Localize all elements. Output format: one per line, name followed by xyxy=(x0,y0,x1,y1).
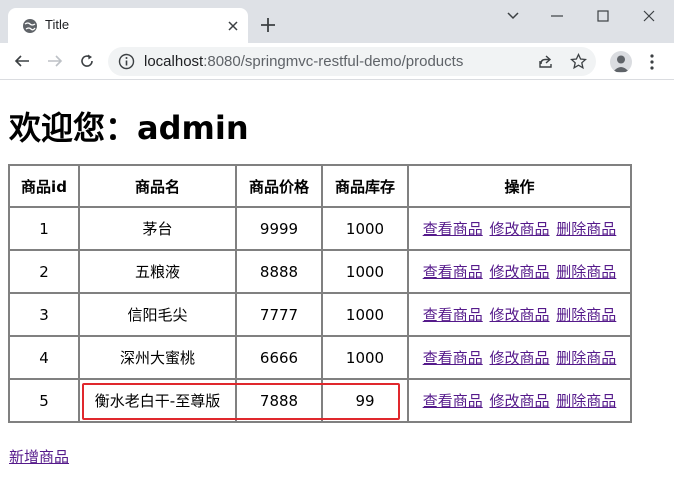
cell-id: 2 xyxy=(9,250,79,293)
cell-price: 6666 xyxy=(236,336,322,379)
header-actions: 操作 xyxy=(408,165,631,207)
edit-product-link[interactable]: 修改商品 xyxy=(489,306,549,324)
cell-price: 7777 xyxy=(236,293,322,336)
share-icon[interactable] xyxy=(537,53,554,70)
delete-product-link[interactable]: 删除商品 xyxy=(556,220,616,238)
url-host: localhost xyxy=(144,53,204,70)
profile-avatar-icon[interactable] xyxy=(610,51,632,73)
view-product-link[interactable]: 查看商品 xyxy=(423,392,483,410)
table-row: 4 深州大蜜桃 6666 1000 查看商品 修改商品 删除商品 xyxy=(9,336,631,379)
cell-actions: 查看商品 修改商品 删除商品 xyxy=(408,250,631,293)
delete-product-link[interactable]: 删除商品 xyxy=(556,349,616,367)
cell-name: 信阳毛尖 xyxy=(79,293,236,336)
cell-id: 1 xyxy=(9,207,79,250)
cell-id: 3 xyxy=(9,293,79,336)
view-product-link[interactable]: 查看商品 xyxy=(423,263,483,281)
cell-stock: 1000 xyxy=(322,207,408,250)
header-id: 商品id xyxy=(9,165,79,207)
cell-id: 5 xyxy=(9,379,79,422)
tab-search-chevron-icon[interactable] xyxy=(503,6,523,26)
view-product-link[interactable]: 查看商品 xyxy=(423,220,483,238)
tab-title: Title xyxy=(45,17,70,32)
add-product-link[interactable]: 新增商品 xyxy=(9,446,69,467)
edit-product-link[interactable]: 修改商品 xyxy=(489,263,549,281)
browser-toolbar: localhost:8080/springmvc-restful-demo/pr… xyxy=(0,43,674,80)
cell-name: 深州大蜜桃 xyxy=(79,336,236,379)
forward-arrow-icon[interactable] xyxy=(45,51,65,71)
browser-titlebar: Title xyxy=(0,0,674,43)
cell-name: 衡水老白干-至尊版 xyxy=(79,379,236,422)
header-price: 商品价格 xyxy=(236,165,322,207)
table-row: 3 信阳毛尖 7777 1000 查看商品 修改商品 删除商品 xyxy=(9,293,631,336)
maximize-icon[interactable] xyxy=(593,6,613,26)
url-path: :8080/springmvc-restful-demo/products xyxy=(203,53,464,70)
close-window-icon[interactable] xyxy=(639,6,659,26)
cell-stock: 99 xyxy=(322,379,408,422)
table-row: 1 茅台 9999 1000 查看商品 修改商品 删除商品 xyxy=(9,207,631,250)
table-row: 5 衡水老白干-至尊版 7888 99 查看商品 修改商品 删除商品 xyxy=(9,379,631,422)
kebab-menu-icon[interactable] xyxy=(644,51,660,73)
cell-actions: 查看商品 修改商品 删除商品 xyxy=(408,293,631,336)
browser-tab[interactable]: Title xyxy=(8,8,248,43)
delete-product-link[interactable]: 删除商品 xyxy=(556,306,616,324)
cell-price: 9999 xyxy=(236,207,322,250)
edit-product-link[interactable]: 修改商品 xyxy=(489,349,549,367)
cell-price: 8888 xyxy=(236,250,322,293)
delete-product-link[interactable]: 删除商品 xyxy=(556,392,616,410)
cell-price: 7888 xyxy=(236,379,322,422)
delete-product-link[interactable]: 删除商品 xyxy=(556,263,616,281)
back-arrow-icon[interactable] xyxy=(12,51,32,71)
cell-actions: 查看商品 修改商品 删除商品 xyxy=(408,379,631,422)
bookmark-star-icon[interactable] xyxy=(569,52,588,70)
cell-name: 五粮液 xyxy=(79,250,236,293)
reload-icon[interactable] xyxy=(77,51,97,71)
view-product-link[interactable]: 查看商品 xyxy=(423,306,483,324)
cell-name: 茅台 xyxy=(79,207,236,250)
cell-stock: 1000 xyxy=(322,250,408,293)
header-name: 商品名 xyxy=(79,165,236,207)
welcome-heading: 欢迎您：admin xyxy=(9,109,249,147)
url-text[interactable]: localhost:8080/springmvc-restful-demo/pr… xyxy=(144,53,463,70)
edit-product-link[interactable]: 修改商品 xyxy=(489,220,549,238)
edit-product-link[interactable]: 修改商品 xyxy=(489,392,549,410)
address-bar[interactable]: localhost:8080/springmvc-restful-demo/pr… xyxy=(108,47,596,76)
new-tab-icon[interactable] xyxy=(258,15,278,35)
products-table: 商品id 商品名 商品价格 商品库存 操作 1 茅台 9999 1000 查看商… xyxy=(8,164,632,423)
cell-stock: 1000 xyxy=(322,336,408,379)
table-header-row: 商品id 商品名 商品价格 商品库存 操作 xyxy=(9,165,631,207)
cell-actions: 查看商品 修改商品 删除商品 xyxy=(408,336,631,379)
header-stock: 商品库存 xyxy=(322,165,408,207)
site-info-icon[interactable] xyxy=(118,53,135,70)
minimize-icon[interactable] xyxy=(547,6,567,26)
cell-actions: 查看商品 修改商品 删除商品 xyxy=(408,207,631,250)
cell-id: 4 xyxy=(9,336,79,379)
cell-stock: 1000 xyxy=(322,293,408,336)
table-row: 2 五粮液 8888 1000 查看商品 修改商品 删除商品 xyxy=(9,250,631,293)
globe-icon xyxy=(22,18,38,34)
close-tab-icon[interactable] xyxy=(224,17,242,35)
page-content: 欢迎您：admin 商品id 商品名 商品价格 商品库存 操作 1 茅台 999… xyxy=(0,81,674,485)
view-product-link[interactable]: 查看商品 xyxy=(423,349,483,367)
